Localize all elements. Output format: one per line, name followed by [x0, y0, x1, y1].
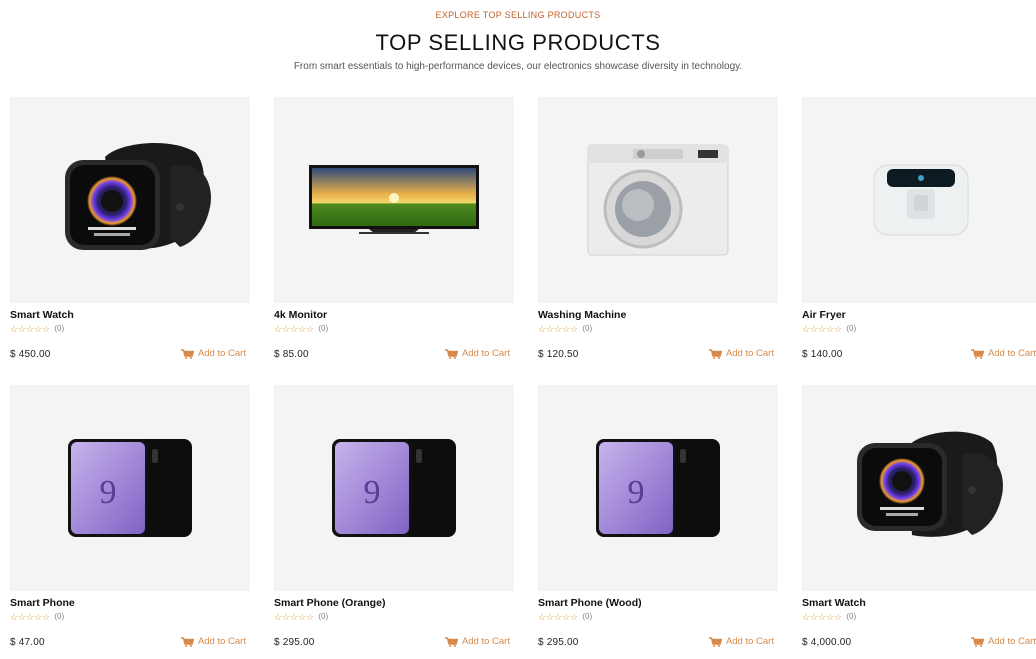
smartwatch-image [857, 431, 1003, 537]
product-price: $ 85.00 [274, 349, 309, 360]
product-rating: ☆☆☆☆☆ (0) [274, 611, 328, 623]
product-name[interactable]: Smart Phone [10, 597, 75, 609]
cart-icon [708, 348, 722, 359]
cart-icon [444, 348, 458, 359]
product-name[interactable]: Smart Phone (Wood) [538, 597, 642, 609]
rating-stars-icon: ☆☆☆☆☆ [538, 324, 579, 334]
section-eyebrow: EXPLORE TOP SELLING PRODUCTS [435, 10, 601, 20]
rating-stars-icon: ☆☆☆☆☆ [274, 324, 315, 334]
add-to-cart-button[interactable]: Add to Cart [708, 348, 774, 359]
review-count: (0) [54, 324, 65, 333]
add-to-cart-label: Add to Cart [725, 636, 774, 647]
product-name[interactable]: Air Fryer [802, 309, 846, 321]
product-name[interactable]: Washing Machine [538, 309, 626, 321]
add-to-cart-button[interactable]: Add to Cart [708, 636, 774, 647]
product-rating: ☆☆☆☆☆ (0) [10, 611, 64, 623]
add-to-cart-button[interactable]: Add to Cart [180, 636, 246, 647]
product-card[interactable]: 9 Smart Phone (Orange) ☆☆☆☆☆ (0) $ 295.0… [274, 385, 514, 659]
add-to-cart-button[interactable]: Add to Cart [444, 636, 510, 647]
product-rating: ☆☆☆☆☆ (0) [10, 323, 64, 335]
review-count: (0) [54, 612, 65, 621]
smartphone-image: 9 [596, 439, 720, 537]
svg-text:9: 9 [628, 474, 645, 511]
review-count: (0) [846, 612, 857, 621]
product-image-4k-monitor[interactable] [274, 97, 514, 303]
product-name[interactable]: 4k Monitor [274, 309, 327, 321]
review-count: (0) [318, 324, 329, 333]
product-price: $ 120.50 [538, 349, 579, 360]
svg-text:9: 9 [364, 474, 381, 511]
review-count: (0) [582, 612, 593, 621]
product-rating: ☆☆☆☆☆ (0) [538, 323, 592, 335]
product-card[interactable]: Air Fryer ☆☆☆☆☆ (0) $ 140.00 Add to Cart [802, 97, 1036, 371]
rating-stars-icon: ☆☆☆☆☆ [10, 324, 51, 334]
product-card[interactable]: 9 Smart Phone (Wood) ☆☆☆☆☆ (0) $ 295.00 … [538, 385, 778, 659]
product-price: $ 450.00 [10, 349, 51, 360]
add-to-cart-label: Add to Cart [461, 636, 510, 647]
add-to-cart-button[interactable]: Add to Cart [970, 348, 1036, 359]
add-to-cart-label: Add to Cart [197, 636, 246, 647]
cart-icon [708, 636, 722, 647]
add-to-cart-button[interactable]: Add to Cart [444, 348, 510, 359]
product-rating: ☆☆☆☆☆ (0) [802, 611, 856, 623]
rating-stars-icon: ☆☆☆☆☆ [10, 612, 51, 622]
product-card[interactable]: 4k Monitor ☆☆☆☆☆ (0) $ 85.00 Add to Cart [274, 97, 514, 371]
product-image-smart-phone-wood[interactable]: 9 [538, 385, 778, 591]
add-to-cart-button[interactable]: Add to Cart [970, 636, 1036, 647]
add-to-cart-label: Add to Cart [987, 636, 1036, 647]
review-count: (0) [318, 612, 329, 621]
product-price: $ 47.00 [10, 637, 45, 648]
product-card[interactable]: 9 Smart Phone ☆☆☆☆☆ (0) $ 47.00 Add to C… [10, 385, 250, 659]
rating-stars-icon: ☆☆☆☆☆ [274, 612, 315, 622]
rating-stars-icon: ☆☆☆☆☆ [802, 612, 843, 622]
rating-stars-icon: ☆☆☆☆☆ [802, 324, 843, 334]
product-rating: ☆☆☆☆☆ (0) [802, 323, 856, 335]
section-title: TOP SELLING PRODUCTS [375, 30, 661, 55]
add-to-cart-label: Add to Cart [725, 348, 774, 359]
product-name[interactable]: Smart Phone (Orange) [274, 597, 385, 609]
air-fryer-image [873, 164, 969, 236]
product-image-washing-machine[interactable] [538, 97, 778, 303]
add-to-cart-label: Add to Cart [197, 348, 246, 359]
product-rating: ☆☆☆☆☆ (0) [274, 323, 328, 335]
product-card[interactable]: Smart Watch ☆☆☆☆☆ (0) $ 4,000.00 Add to … [802, 385, 1036, 659]
review-count: (0) [582, 324, 593, 333]
cart-icon [444, 636, 458, 647]
cart-icon [180, 348, 194, 359]
product-rating: ☆☆☆☆☆ (0) [538, 611, 592, 623]
section-subtitle: From smart essentials to high-performanc… [293, 61, 743, 72]
add-to-cart-button[interactable]: Add to Cart [180, 348, 246, 359]
add-to-cart-label: Add to Cart [461, 348, 510, 359]
product-card[interactable]: Washing Machine ☆☆☆☆☆ (0) $ 120.50 Add t… [538, 97, 778, 371]
product-image-smart-phone-orange[interactable]: 9 [274, 385, 514, 591]
rating-stars-icon: ☆☆☆☆☆ [538, 612, 579, 622]
product-image-air-fryer[interactable] [802, 97, 1036, 303]
product-card[interactable]: Smart Watch ☆☆☆☆☆ (0) $ 450.00 Add to Ca… [10, 97, 250, 371]
smartphone-image: 9 [68, 439, 192, 537]
add-to-cart-label: Add to Cart [987, 348, 1036, 359]
washing-machine-image [587, 144, 729, 256]
svg-text:9: 9 [100, 474, 117, 511]
product-price: $ 295.00 [274, 637, 315, 648]
smartphone-image: 9 [332, 439, 456, 537]
cart-icon [970, 348, 984, 359]
monitor-image [309, 165, 479, 234]
smartwatch-image [65, 142, 211, 250]
product-price: $ 295.00 [538, 637, 579, 648]
cart-icon [180, 636, 194, 647]
product-price: $ 4,000.00 [802, 637, 852, 648]
product-name[interactable]: Smart Watch [802, 597, 866, 609]
product-name[interactable]: Smart Watch [10, 309, 74, 321]
cart-icon [970, 636, 984, 647]
product-price: $ 140.00 [802, 349, 843, 360]
product-image-smart-watch[interactable] [10, 97, 250, 303]
product-image-smart-watch-2[interactable] [802, 385, 1036, 591]
product-image-smart-phone[interactable]: 9 [10, 385, 250, 591]
review-count: (0) [846, 324, 857, 333]
